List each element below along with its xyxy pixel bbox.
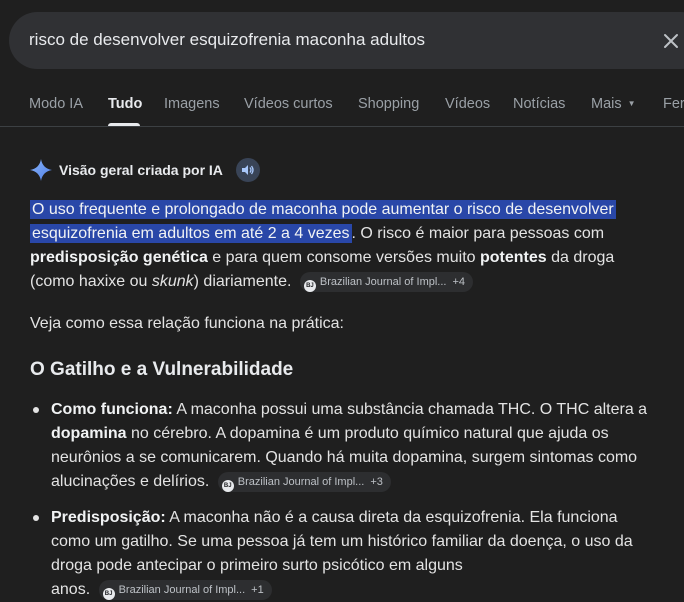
source-count: +1 [251, 584, 264, 596]
text: como um gatilho. Se uma pessoa já tem um… [51, 533, 633, 550]
text: A maconha possui uma substância chamada … [172, 401, 648, 418]
source-name: Brazilian Journal of Impl... [237, 476, 365, 488]
highlighted-text: esquizofrenia em adultos em até 2 a 4 ve… [30, 224, 352, 243]
text: no cérebro. A dopamina é um produto quím… [126, 425, 609, 442]
source-chip[interactable]: BJ Brazilian Journal of Impl... +4 [299, 272, 474, 292]
bold-text: potentes [479, 249, 547, 266]
text: . O risco é maior para pessoas com [351, 225, 605, 242]
text: neurônios a se comunicarem. Quando há mu… [51, 449, 638, 466]
bold-text: predisposição genética [30, 249, 208, 266]
highlighted-text: O uso frequente e prolongado de maconha … [30, 200, 616, 219]
source-name: Brazilian Journal of Impl... [118, 584, 246, 596]
source-chip[interactable]: BJ Brazilian Journal of Impl... +1 [98, 580, 272, 600]
item-title: Predisposição: [51, 509, 166, 526]
bold-text: dopamina [51, 425, 127, 442]
source-logo-icon: BJ [102, 588, 115, 600]
tab-noticias[interactable]: Notícias [513, 96, 565, 112]
search-tabs: Modo IA Tudo Imagens Vídeos curtos Shopp… [0, 84, 684, 126]
tab-mais-label: Mais [591, 96, 622, 112]
source-logo-icon: BJ [303, 280, 316, 292]
italic-text: skunk [151, 273, 194, 290]
text: A maconha não é a causa direta da esquiz… [165, 509, 618, 526]
speaker-icon [242, 165, 254, 175]
divider [0, 126, 684, 127]
tab-videos[interactable]: Vídeos [445, 96, 490, 112]
list-item: Como funciona: A maconha possui uma subs… [33, 398, 661, 494]
source-count: +3 [370, 476, 383, 488]
bullet [33, 407, 39, 413]
chevron-down-icon: ▼ [627, 99, 636, 108]
source-chip[interactable]: BJ Brazilian Journal of Impl... +3 [217, 472, 391, 492]
summary-paragraph: O uso frequente e prolongado de maconha … [30, 198, 660, 294]
listen-button[interactable] [236, 158, 260, 182]
tab-imagens[interactable]: Imagens [164, 96, 220, 112]
tab-tudo[interactable]: Tudo [108, 96, 142, 112]
item-title: Como funciona: [51, 401, 173, 418]
ai-overview-title: Visão geral criada por IA [59, 162, 223, 178]
tab-mais[interactable]: Mais ▼ [591, 96, 636, 112]
sparkle-icon [30, 159, 52, 181]
text: alucinações e delírios. [51, 473, 210, 490]
text: anos. [51, 581, 91, 598]
source-name: Brazilian Journal of Impl... [319, 276, 447, 288]
tab-modo-ia[interactable]: Modo IA [29, 96, 83, 112]
intro-paragraph: Veja como essa relação funciona na práti… [30, 315, 344, 332]
tab-shopping[interactable]: Shopping [358, 96, 419, 112]
tab-ferramentas[interactable]: Fer [663, 96, 684, 112]
source-count: +4 [452, 276, 466, 288]
section-heading: O Gatilho e a Vulnerabilidade [30, 359, 294, 380]
list-item: Predisposição: A maconha não é a causa d… [33, 506, 661, 602]
text: ) diariamente. [193, 273, 292, 290]
text: (como haxixe ou [30, 273, 152, 290]
bullet [33, 515, 39, 521]
search-input[interactable]: risco de desenvolver esquizofrenia macon… [29, 30, 425, 50]
tab-videos-curtos[interactable]: Vídeos curtos [244, 96, 333, 112]
search-bar[interactable]: risco de desenvolver esquizofrenia macon… [9, 12, 684, 69]
text: da droga [546, 249, 615, 266]
text: droga pode antecipar o primeiro surto ps… [51, 557, 463, 574]
close-icon[interactable] [662, 32, 680, 50]
text: e para quem consome versões muito [207, 249, 480, 266]
source-logo-icon: BJ [221, 480, 234, 492]
